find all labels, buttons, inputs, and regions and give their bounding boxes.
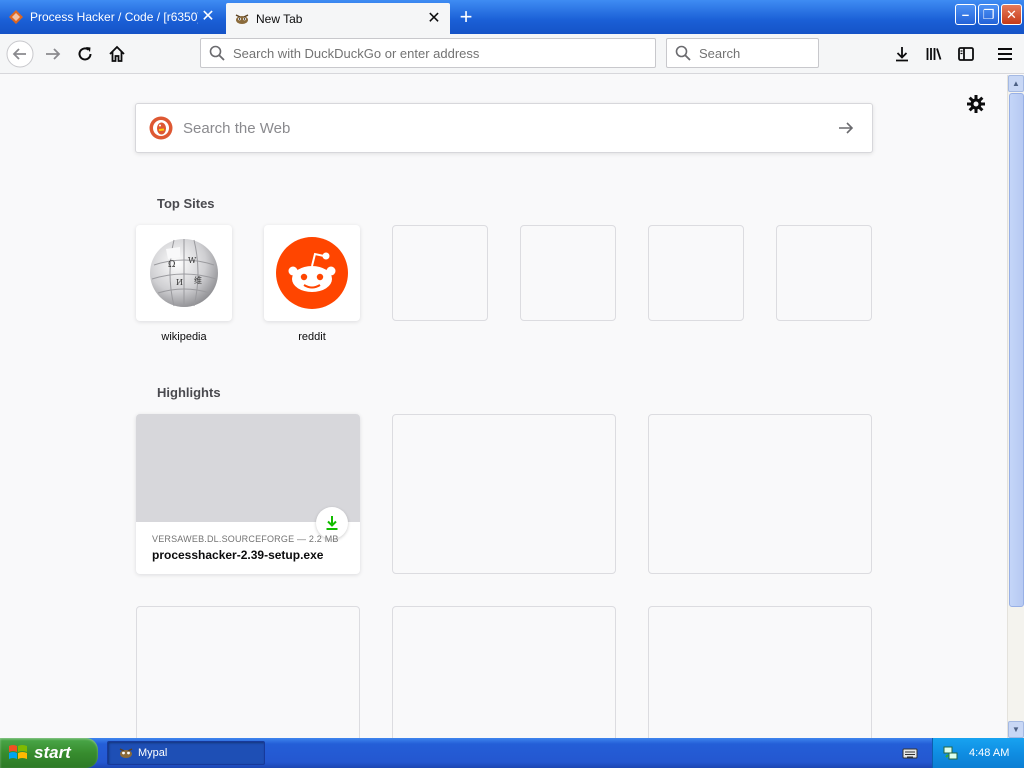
downloads-button[interactable]	[887, 39, 917, 69]
highlight-thumbnail	[136, 414, 360, 522]
download-icon	[896, 47, 908, 62]
scrollbar-thumb[interactable]	[1009, 93, 1024, 607]
windows-logo-icon	[9, 745, 27, 759]
highlight-placeholder	[648, 606, 872, 738]
top-site-empty[interactable]	[520, 225, 616, 321]
top-site-placeholder[interactable]	[648, 225, 744, 321]
reddit-alien-icon	[276, 237, 348, 309]
minimize-button[interactable]: –	[955, 4, 976, 25]
home-icon	[109, 45, 125, 62]
new-tab-button[interactable]: +	[452, 4, 480, 30]
reload-icon	[78, 47, 92, 61]
search-input[interactable]	[699, 45, 875, 61]
sidebar-icon	[958, 47, 974, 61]
svg-text:W: W	[188, 256, 197, 265]
svg-text:维: 维	[194, 275, 202, 285]
hamburger-menu-icon	[998, 48, 1012, 60]
search-icon	[209, 45, 225, 61]
svg-text:И: И	[176, 278, 183, 287]
scroll-up-arrow-icon[interactable]: ▲	[1008, 75, 1024, 92]
highlight-card-download[interactable]: VERSAWEB.DL.SOURCEFORGE — 2.2 MB process…	[136, 414, 360, 574]
back-arrow-icon	[6, 40, 34, 68]
forward-arrow-icon	[46, 48, 61, 60]
top-sites-heading: Top Sites	[157, 196, 215, 211]
system-tray: 4:48 AM	[932, 738, 1024, 768]
maximize-button[interactable]: ❐	[978, 4, 999, 25]
top-site-empty[interactable]	[648, 225, 744, 321]
tab-close-icon[interactable]: ✕	[424, 9, 444, 29]
library-icon	[926, 48, 942, 60]
tab-title: Process Hacker / Code / [r6350]	[30, 10, 198, 24]
taskbar-item-mypal[interactable]: Mypal	[107, 741, 265, 765]
duckduckgo-logo-icon	[149, 116, 173, 140]
top-site-empty[interactable]	[776, 225, 872, 321]
mypal-icon	[119, 748, 133, 758]
tab-process-hacker[interactable]: Process Hacker / Code / [r6350] ✕	[0, 2, 224, 32]
forward-button[interactable]	[38, 39, 68, 69]
top-site-placeholder[interactable]	[392, 225, 488, 321]
highlight-title: processhacker-2.39-setup.exe	[152, 548, 324, 562]
gear-icon[interactable]	[966, 94, 986, 114]
home-button[interactable]	[102, 39, 132, 69]
start-button[interactable]: start	[0, 738, 98, 768]
url-input[interactable]	[233, 45, 655, 61]
highlights-heading: Highlights	[157, 385, 221, 400]
highlight-placeholder	[392, 606, 616, 738]
tab-close-icon[interactable]: ✕	[198, 7, 218, 27]
top-site-tile[interactable]: Ω W И 维	[136, 225, 232, 321]
top-site-wikipedia[interactable]: Ω W И 维 wikipedia	[136, 225, 232, 343]
svg-text:Ω: Ω	[168, 260, 175, 270]
wikipedia-globe-icon: Ω W И 维	[150, 239, 218, 307]
highlight-placeholder	[136, 606, 360, 738]
download-icon	[326, 516, 338, 530]
url-bar[interactable]	[200, 38, 656, 68]
back-button[interactable]	[5, 39, 35, 69]
window-close-button[interactable]: ✕	[1001, 4, 1022, 25]
network-icon[interactable]	[943, 745, 959, 761]
scroll-down-arrow-icon[interactable]: ▼	[1008, 721, 1024, 738]
top-site-label: wikipedia	[161, 331, 207, 343]
top-site-empty[interactable]	[392, 225, 488, 321]
reload-button[interactable]	[70, 39, 100, 69]
sourceforge-icon	[9, 10, 23, 24]
highlight-source: VERSAWEB.DL.SOURCEFORGE — 2.2 MB	[152, 534, 339, 544]
taskbar-item-label: Mypal	[138, 747, 168, 759]
mypal-icon	[235, 13, 249, 24]
menu-button[interactable]	[990, 39, 1020, 69]
start-label: start	[34, 743, 71, 762]
web-search-input[interactable]	[183, 119, 836, 137]
top-site-tile[interactable]	[264, 225, 360, 321]
arrow-right-icon[interactable]	[836, 118, 856, 138]
sidebar-button[interactable]	[951, 39, 981, 69]
new-tab-page: Top Sites Ω W И 维 wik	[0, 75, 1007, 738]
top-site-placeholder[interactable]	[776, 225, 872, 321]
vertical-scrollbar[interactable]: ▲ ▼	[1007, 75, 1024, 738]
windows-taskbar: start Mypal 4:48 AM	[0, 738, 1024, 768]
highlight-placeholder	[648, 414, 872, 574]
library-button[interactable]	[919, 39, 949, 69]
top-site-label: reddit	[298, 331, 326, 343]
highlight-placeholder	[392, 414, 616, 574]
search-bar[interactable]	[666, 38, 875, 68]
top-site-reddit[interactable]: reddit	[264, 225, 360, 343]
tab-new-tab[interactable]: New Tab ✕	[226, 3, 450, 34]
tab-bar: Process Hacker / Code / [r6350] ✕ New Ta…	[0, 0, 1024, 34]
keyboard-icon[interactable]	[902, 745, 918, 761]
tab-title: New Tab	[256, 11, 303, 26]
navigation-toolbar	[0, 34, 1024, 74]
search-icon	[675, 45, 691, 61]
web-search-box[interactable]	[135, 103, 873, 153]
top-site-placeholder[interactable]	[520, 225, 616, 321]
clock: 4:48 AM	[969, 747, 1010, 759]
